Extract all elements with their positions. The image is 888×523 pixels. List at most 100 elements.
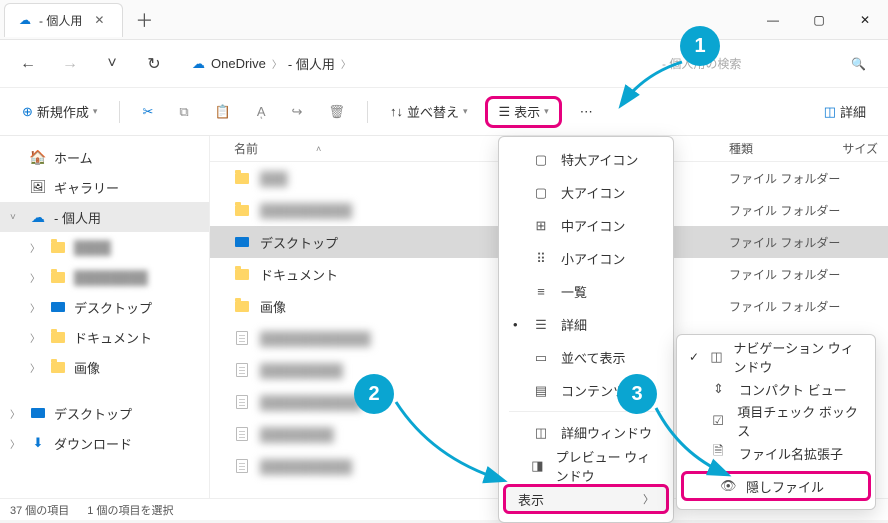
- folder-icon: [234, 298, 250, 314]
- desktop-icon: [50, 299, 66, 315]
- gallery-icon: 🖼: [30, 179, 46, 195]
- sidebar-item-desktop[interactable]: 〉 デスクトップ: [0, 292, 209, 322]
- chevron-right-icon[interactable]: 〉: [30, 270, 42, 285]
- sidebar-item-label: ギャラリー: [54, 178, 119, 197]
- arrow-1: [614, 54, 694, 114]
- sort-button[interactable]: ↑↓ 並べ替え ▾: [382, 96, 476, 128]
- sm-label: ファイル名拡張子: [739, 444, 843, 463]
- cut-button[interactable]: ✂: [134, 96, 161, 128]
- list-icon: ≡: [533, 284, 549, 299]
- column-name[interactable]: 名前 ˄: [210, 140, 490, 157]
- minimize-button[interactable]: —: [750, 0, 796, 40]
- dd-extra-large-icons[interactable]: ▢ 特大アイコン: [499, 143, 673, 176]
- chevron-right-icon[interactable]: 〉: [30, 330, 42, 345]
- cloud-icon: ☁: [30, 209, 46, 225]
- document-icon: [234, 362, 250, 378]
- sidebar-item-folder[interactable]: 〉 ████████: [0, 262, 209, 292]
- arrow-2: [392, 398, 512, 488]
- desktop-icon: [30, 405, 46, 421]
- sm-label: 隠しファイル: [746, 477, 824, 496]
- rename-button[interactable]: Aͅ: [249, 96, 274, 128]
- callout-1: 1: [680, 26, 720, 66]
- delete-button[interactable]: 🗑: [320, 96, 353, 128]
- breadcrumb[interactable]: ☁ OneDrive 〉 - 個人用 〉: [182, 54, 640, 73]
- chevron-right-icon[interactable]: 〉: [10, 406, 22, 421]
- dd-show-submenu[interactable]: 表示 〉: [503, 484, 669, 514]
- search-icon: 🔍: [851, 57, 866, 71]
- sidebar-item-label: - 個人用: [54, 208, 101, 227]
- sm-navigation-pane[interactable]: ✓◫ナビゲーション ウィンドウ: [677, 341, 875, 373]
- maximize-button[interactable]: ▢: [796, 0, 842, 40]
- dd-label: 特大アイコン: [561, 150, 638, 169]
- list-icon: ☰: [498, 104, 510, 120]
- breadcrumb-onedrive[interactable]: OneDrive: [211, 56, 266, 71]
- type-cell: ファイル フォルダー: [723, 226, 888, 258]
- desktop-icon: [234, 234, 250, 250]
- view-button[interactable]: ☰ 表示 ▾: [485, 96, 561, 128]
- dd-tiles[interactable]: ▭ 並べて表示: [499, 341, 673, 374]
- chevron-down-icon[interactable]: ˅: [10, 212, 22, 223]
- dd-details[interactable]: •☰詳細: [499, 308, 673, 341]
- grid-icon: ▢: [533, 152, 549, 168]
- file-name: ドキュメント: [260, 265, 338, 284]
- sidebar-item-label: デスクトップ: [54, 404, 132, 423]
- folder-icon: [50, 269, 66, 285]
- document-icon: [234, 330, 250, 346]
- sidebar-item-downloads[interactable]: 〉 ⬇ ダウンロード: [0, 428, 209, 458]
- copy-button[interactable]: ⧉: [171, 96, 196, 128]
- up-button[interactable]: ˅: [98, 50, 126, 78]
- dd-small-icons[interactable]: ⠿小アイコン: [499, 242, 673, 275]
- column-size-label[interactable]: サイズ: [832, 140, 888, 157]
- dd-large-icons[interactable]: ▢大アイコン: [499, 176, 673, 209]
- trash-icon: 🗑: [328, 104, 345, 120]
- sidebar-item-gallery[interactable]: 🖼 ギャラリー: [0, 172, 209, 202]
- tab-close-button[interactable]: ✕: [90, 11, 108, 29]
- tiles-icon: ▭: [533, 350, 549, 366]
- sidebar-item-home[interactable]: 🏠 ホーム: [0, 142, 209, 172]
- divider: [367, 101, 368, 123]
- chevron-right-icon[interactable]: 〉: [30, 300, 42, 315]
- share-button[interactable]: ↪: [284, 96, 311, 128]
- breadcrumb-personal[interactable]: - 個人用: [288, 54, 335, 73]
- folder-icon: [50, 239, 66, 255]
- document-icon: [234, 426, 250, 442]
- chevron-right-icon[interactable]: 〉: [30, 360, 42, 375]
- dd-medium-icons[interactable]: ⊞中アイコン: [499, 209, 673, 242]
- window-tab[interactable]: ☁ - 個人用 ✕: [4, 3, 123, 37]
- folder-icon: [234, 202, 250, 218]
- chevron-down-icon: ▾: [93, 106, 98, 117]
- more-button[interactable]: ⋯: [572, 96, 601, 128]
- add-tab-button[interactable]: ＋: [135, 7, 153, 33]
- paste-button[interactable]: 📋: [207, 96, 239, 128]
- details-pane-button[interactable]: ◫ 詳細: [816, 96, 874, 128]
- sidebar-item-documents[interactable]: 〉 ドキュメント: [0, 322, 209, 352]
- sidebar-item-folder[interactable]: 〉 ████: [0, 232, 209, 262]
- chevron-right-icon[interactable]: 〉: [10, 436, 22, 451]
- ellipsis-icon: ⋯: [580, 104, 593, 120]
- chevron-right-icon[interactable]: 〉: [30, 240, 42, 255]
- dd-preview-pane[interactable]: ◨プレビュー ウィンドウ: [499, 449, 673, 482]
- forward-button[interactable]: →: [56, 50, 84, 78]
- sidebar-item-label: ホーム: [54, 148, 93, 167]
- check-icon: ✓: [689, 350, 700, 364]
- close-button[interactable]: ✕: [842, 0, 888, 40]
- grid-icon: ⊞: [533, 218, 549, 234]
- chevron-right-icon: 〉: [341, 56, 351, 71]
- sm-compact-view[interactable]: ⇕コンパクト ビュー: [677, 373, 875, 405]
- sidebar-item-desktop2[interactable]: 〉 デスクトップ: [0, 398, 209, 428]
- sidebar-item-personal[interactable]: ˅ ☁ - 個人用: [0, 202, 209, 232]
- sidebar-item-label: 画像: [74, 358, 100, 377]
- refresh-button[interactable]: ↻: [140, 50, 168, 78]
- sidebar-item-pictures[interactable]: 〉 画像: [0, 352, 209, 382]
- toolbar: ⊕ 新規作成 ▾ ✂ ⧉ 📋 Aͅ ↪ 🗑 ↑↓ 並べ替え ▾ ☰ 表示 ▾ ⋯…: [0, 88, 888, 136]
- sm-label: 項目チェック ボックス: [737, 402, 863, 440]
- document-icon: [234, 394, 250, 410]
- dd-details-pane[interactable]: ◫詳細ウィンドウ: [499, 416, 673, 449]
- column-type-label[interactable]: 種類: [723, 140, 832, 157]
- dd-list[interactable]: ≡一覧: [499, 275, 673, 308]
- share-icon: ↪: [292, 104, 303, 120]
- new-button[interactable]: ⊕ 新規作成 ▾: [14, 96, 105, 128]
- document-icon: [234, 458, 250, 474]
- back-button[interactable]: ←: [14, 50, 42, 78]
- dd-label: 並べて表示: [561, 348, 625, 367]
